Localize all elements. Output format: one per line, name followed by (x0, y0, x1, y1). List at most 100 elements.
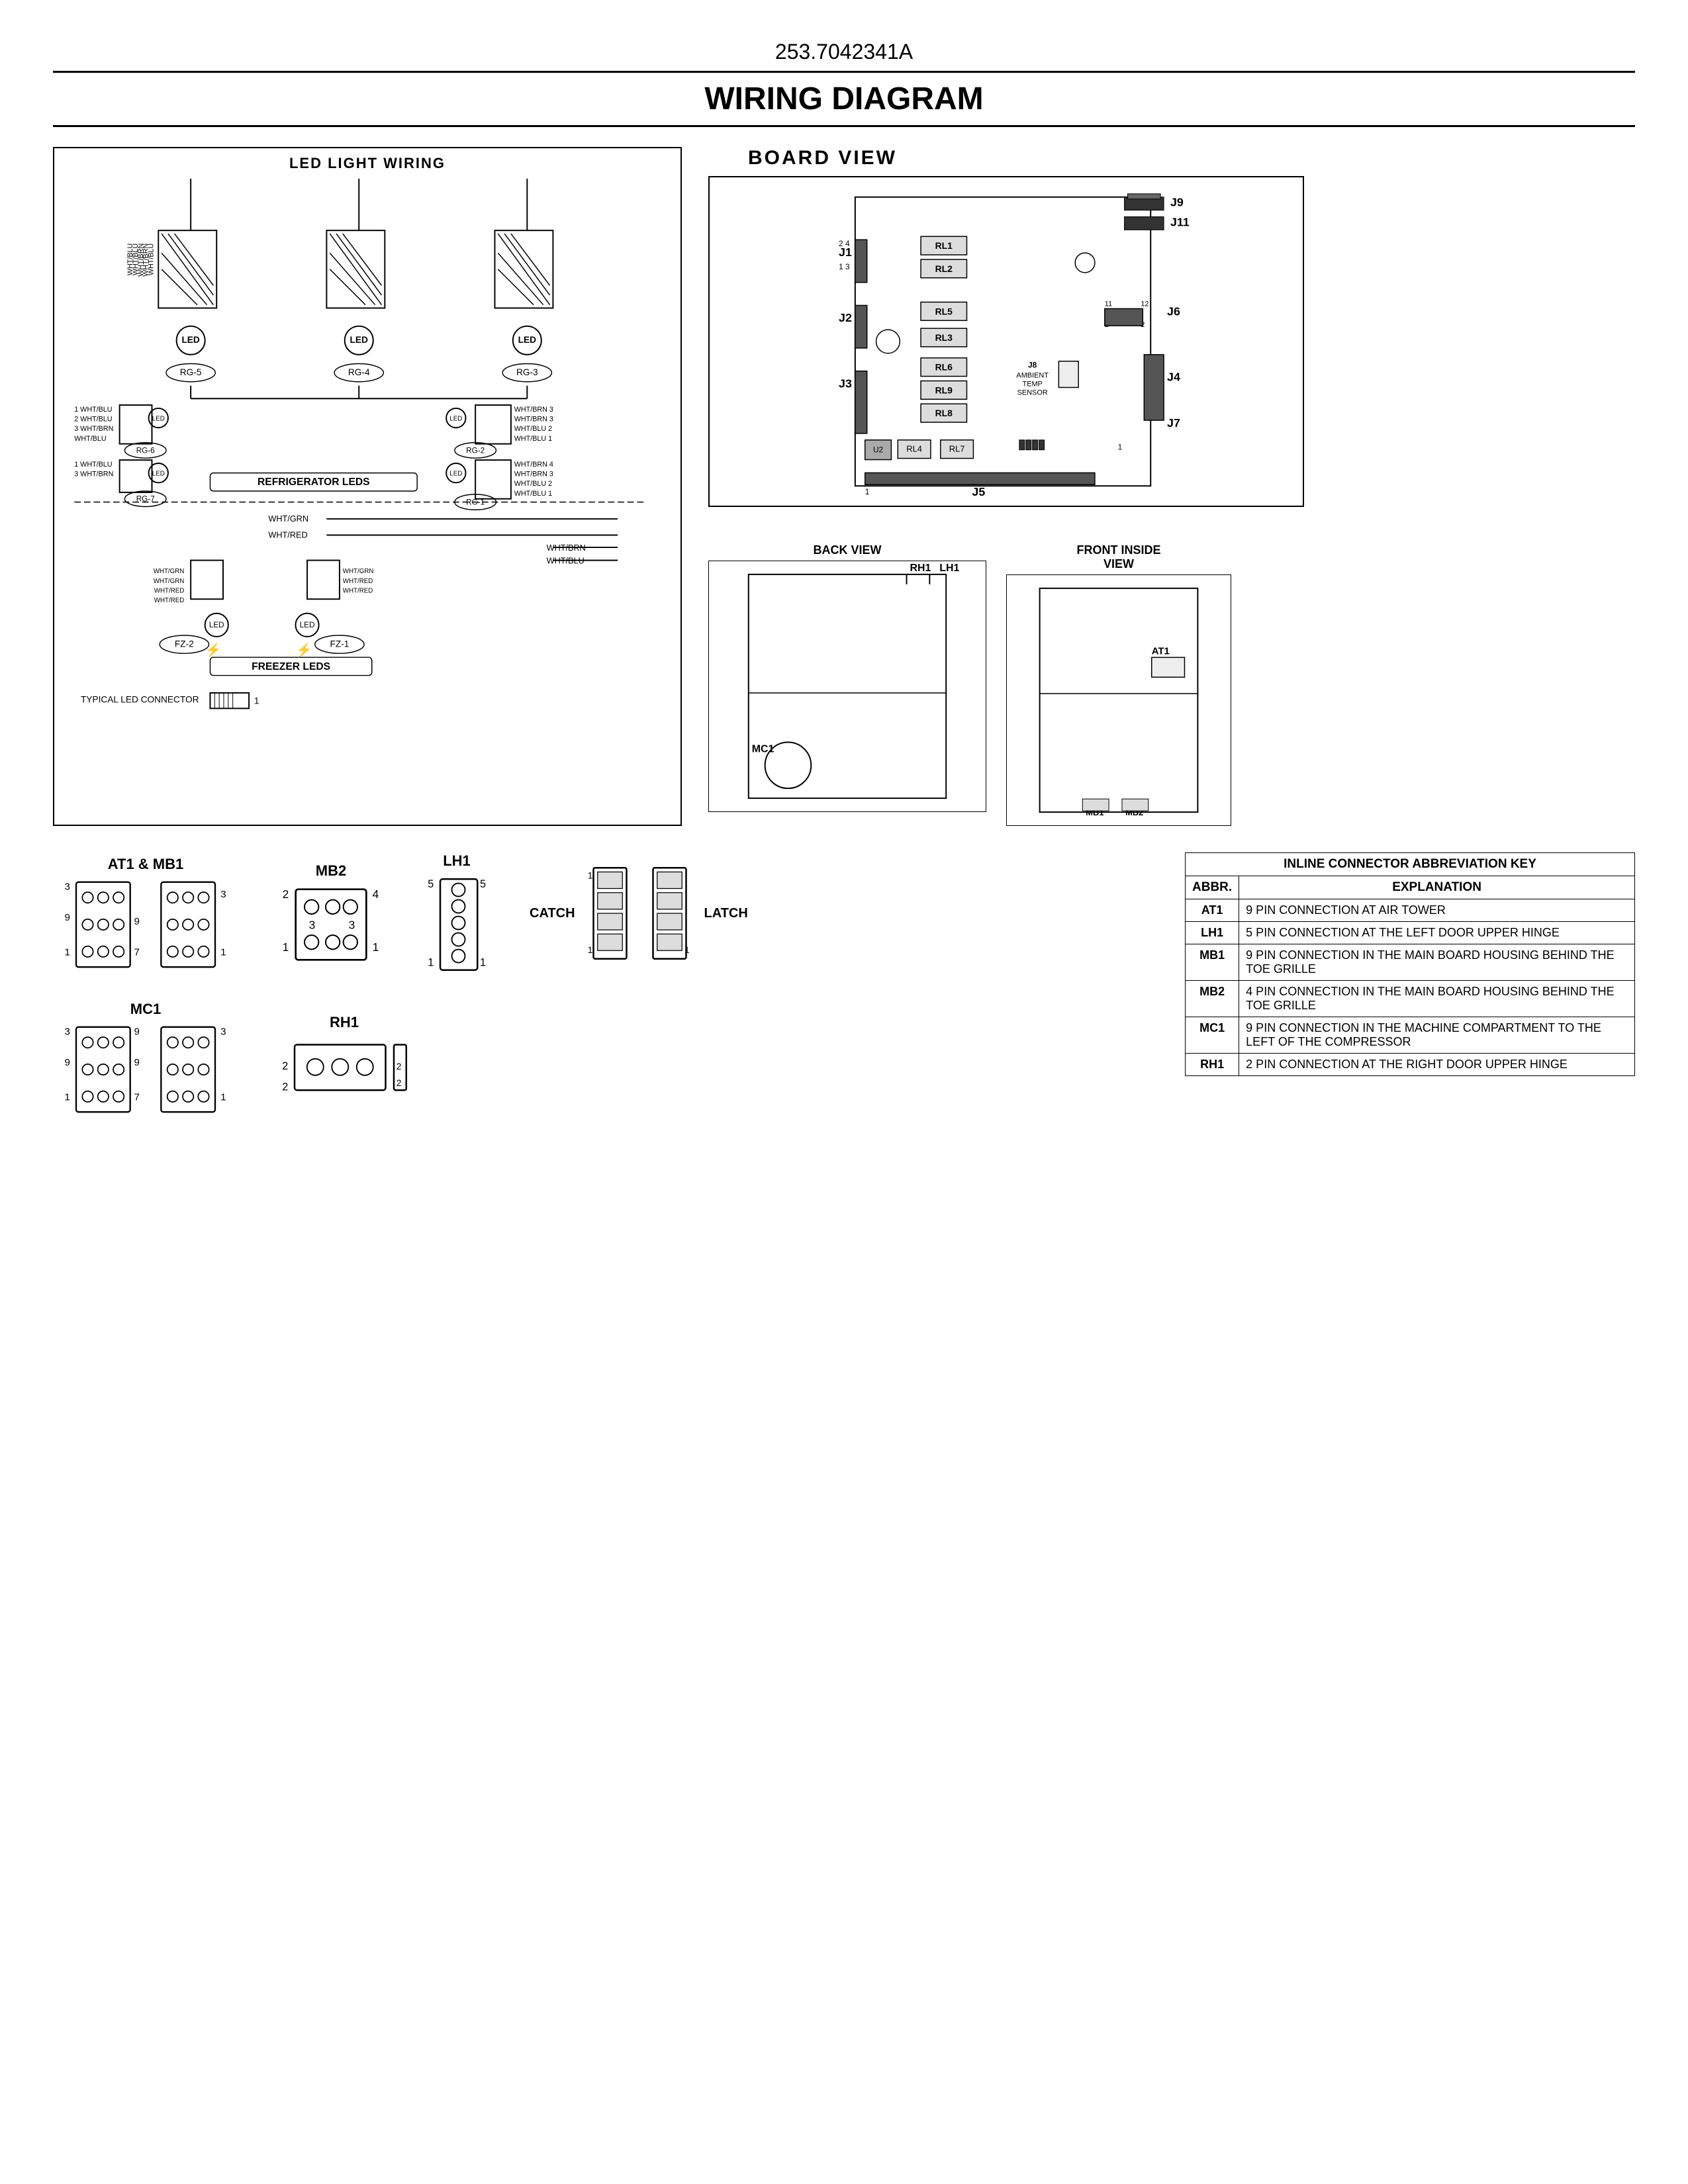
table-row: LH15 PIN CONNECTION AT THE LEFT DOOR UPP… (1186, 922, 1635, 944)
back-view-diagram: RH1 LH1 MC1 (708, 561, 986, 812)
mb2-connector: MB2 2 1 4 1 3 (278, 862, 384, 964)
svg-text:RL7: RL7 (949, 444, 965, 454)
abbreviation-key: INLINE CONNECTOR ABBREVIATION KEY ABBR. … (1185, 852, 1635, 1142)
svg-text:1 WHT/BLU: 1 WHT/BLU (74, 461, 112, 469)
svg-text:9: 9 (65, 912, 70, 923)
svg-text:J6: J6 (1167, 304, 1180, 318)
svg-text:⚡: ⚡ (296, 642, 312, 657)
table-row: MB19 PIN CONNECTION IN THE MAIN BOARD HO… (1186, 944, 1635, 981)
svg-text:1: 1 (220, 947, 226, 958)
back-view-label: BACK VIEW (814, 543, 882, 557)
svg-text:3: 3 (220, 1026, 226, 1038)
svg-text:WHT/BRN 4: WHT/BRN 4 (514, 461, 553, 469)
mb2-label: MB2 (316, 862, 346, 880)
svg-text:WHT/RED: WHT/RED (343, 578, 373, 585)
page: 253.7042341A WIRING DIAGRAM LED LIGHT WI… (0, 0, 1688, 2184)
connector-row-2: MC1 3 9 1 9 (53, 1001, 1158, 1116)
svg-text:WHT/GRN: WHT/GRN (343, 568, 374, 575)
svg-text:2: 2 (283, 887, 289, 901)
svg-text:J5: J5 (972, 485, 985, 498)
mc1-label: MC1 (130, 1001, 161, 1018)
top-section: LED LIGHT WIRING WHT/BLU WHT/BLU (53, 147, 1635, 826)
svg-text:RL9: RL9 (935, 385, 953, 395)
svg-text:3 WHT/BRN: 3 WHT/BRN (74, 425, 113, 433)
latch-svg: 1 (645, 864, 694, 963)
svg-text:LED: LED (350, 335, 368, 345)
mc1-connector: MC1 3 9 1 9 (53, 1001, 238, 1116)
svg-text:9: 9 (134, 1057, 140, 1068)
svg-text:RG-5: RG-5 (180, 367, 202, 377)
svg-text:WHT/BRN 3: WHT/BRN 3 (514, 406, 553, 414)
catch-latch-row: CATCH 1 1 (530, 864, 748, 963)
svg-text:1 3: 1 3 (839, 262, 850, 271)
svg-text:1: 1 (65, 1092, 70, 1103)
svg-text:4: 4 (373, 887, 379, 901)
explanation-col-header: EXPLANATION (1239, 876, 1635, 899)
catch-svg: 1 1 (585, 864, 635, 963)
svg-text:TYPICAL LED CONNECTOR: TYPICAL LED CONNECTOR (81, 695, 199, 705)
svg-text:RG-2: RG-2 (466, 446, 485, 455)
lh1-label: LH1 (443, 852, 471, 870)
abbr-cell: MB2 (1186, 981, 1239, 1017)
svg-text:2: 2 (282, 1060, 288, 1072)
abbr-cell: MC1 (1186, 1017, 1239, 1054)
lh1-svg: 5 1 5 1 (424, 875, 490, 974)
svg-text:7: 7 (134, 1092, 140, 1103)
svg-text:WHT/RED: WHT/RED (154, 597, 185, 604)
svg-text:1 WHT/BLU: 1 WHT/BLU (74, 406, 112, 414)
svg-text:3 WHT/BRN: 3 WHT/BRN (74, 471, 113, 478)
svg-text:3: 3 (65, 1026, 70, 1038)
svg-text:12: 12 (1141, 300, 1149, 308)
svg-text:RL1: RL1 (935, 240, 953, 251)
svg-text:3: 3 (65, 882, 70, 893)
svg-text:LED: LED (152, 471, 165, 478)
svg-text:9: 9 (134, 916, 140, 927)
svg-text:RG-4: RG-4 (348, 367, 370, 377)
rh1-label: RH1 (330, 1014, 359, 1031)
table-row: MB24 PIN CONNECTION IN THE MAIN BOARD HO… (1186, 981, 1635, 1017)
svg-text:FZ-2: FZ-2 (175, 639, 194, 649)
abbr-col-header: ABBR. (1186, 876, 1239, 899)
explanation-cell: 2 PIN CONNECTION AT THE RIGHT DOOR UPPER… (1239, 1054, 1635, 1076)
explanation-cell: 5 PIN CONNECTION AT THE LEFT DOOR UPPER … (1239, 922, 1635, 944)
mc1-svg: 3 9 1 9 9 (53, 1023, 238, 1116)
svg-text:J8: J8 (1028, 361, 1037, 370)
explanation-cell: 9 PIN CONNECTION IN THE MACHINE COMPARTM… (1239, 1017, 1635, 1054)
svg-text:2: 2 (397, 1078, 402, 1088)
svg-text:1: 1 (1118, 443, 1123, 452)
svg-text:J7: J7 (1167, 416, 1180, 430)
explanation-cell: 9 PIN CONNECTION AT AIR TOWER (1239, 899, 1635, 922)
right-section: BOARD VIEW J9 J11 J1 2 4 (708, 147, 1635, 826)
table-row: MC19 PIN CONNECTION IN THE MACHINE COMPA… (1186, 1017, 1635, 1054)
svg-text:LED: LED (449, 471, 462, 478)
svg-text:WHT/BLU 1: WHT/BLU 1 (514, 435, 552, 443)
catch-label: CATCH (530, 906, 575, 921)
svg-text:J3: J3 (839, 377, 852, 390)
bottom-section: AT1 & MB1 3 9 1 (53, 852, 1635, 1142)
svg-text:LED: LED (300, 621, 315, 629)
abbr-cell: RH1 (1186, 1054, 1239, 1076)
explanation-cell: 9 PIN CONNECTION IN THE MAIN BOARD HOUSI… (1239, 944, 1635, 981)
svg-text:AT1: AT1 (1152, 645, 1170, 657)
lh1-connector: LH1 5 1 5 1 (424, 852, 490, 974)
connector-row-1: AT1 & MB1 3 9 1 (53, 852, 1158, 974)
svg-text:U2: U2 (873, 445, 884, 455)
svg-text:WHT/BLU 1: WHT/BLU 1 (514, 490, 552, 498)
svg-text:1: 1 (220, 1092, 226, 1103)
board-view-title: BOARD VIEW (748, 147, 1635, 169)
front-inside-diagram: AT1 MB1 MB2 (1006, 574, 1231, 826)
svg-text:RG-1: RG-1 (466, 498, 485, 507)
main-title: WIRING DIAGRAM (53, 71, 1635, 127)
svg-text:AMBIENT: AMBIENT (1016, 372, 1049, 380)
abbr-cell: MB1 (1186, 944, 1239, 981)
front-inside-view: FRONT INSIDEVIEW AT1 MB1 MB2 (1006, 543, 1231, 826)
svg-text:LED: LED (449, 416, 462, 423)
svg-text:LED: LED (152, 416, 165, 423)
svg-text:J4: J4 (1167, 371, 1180, 384)
svg-text:1: 1 (283, 940, 289, 954)
led-wiring-title: LED LIGHT WIRING (61, 155, 674, 172)
svg-text:RG-6: RG-6 (136, 446, 155, 455)
svg-text:LH1: LH1 (939, 563, 959, 574)
svg-text:RG-7: RG-7 (136, 495, 155, 504)
svg-text:11: 11 (1105, 300, 1112, 308)
